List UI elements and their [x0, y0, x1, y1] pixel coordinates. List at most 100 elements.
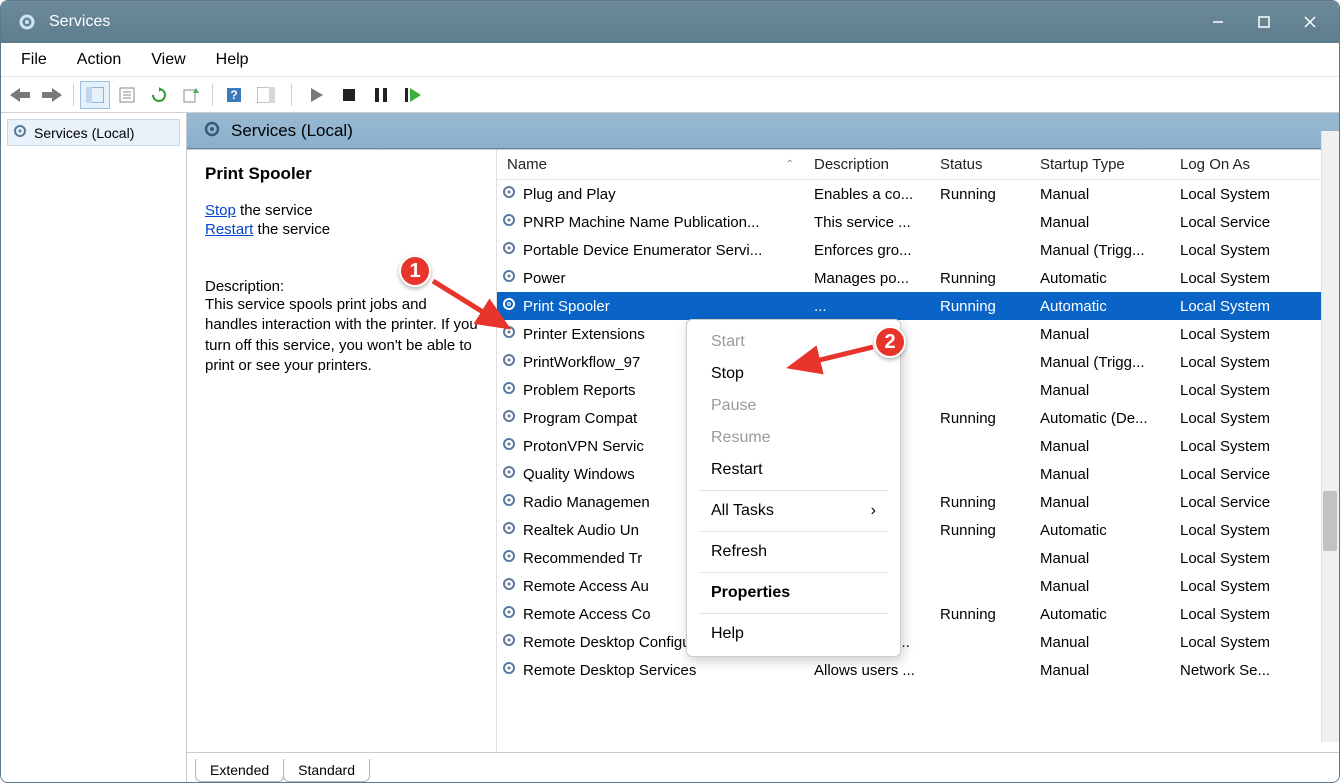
service-row[interactable]: ProtonVPN ServicManualLocal System: [497, 432, 1339, 460]
stop-link[interactable]: Stop: [205, 202, 236, 219]
service-status: Running: [930, 270, 1030, 287]
menu-file[interactable]: File: [9, 47, 59, 73]
service-name: Portable Device Enumerator Servi...: [523, 242, 762, 259]
service-startup: Manual (Trigg...: [1030, 354, 1170, 371]
service-status: Running: [930, 410, 1030, 427]
service-name: Quality Windows: [523, 466, 635, 483]
close-button[interactable]: [1287, 6, 1333, 38]
col-logon[interactable]: Log On As: [1170, 156, 1320, 173]
toolbar: ?: [1, 77, 1339, 113]
list-header: Name⌃ Description Status Startup Type Lo…: [497, 150, 1339, 180]
service-logon: Local Service: [1170, 494, 1320, 511]
menubar: File Action View Help: [1, 43, 1339, 77]
service-row[interactable]: Recommended Trut...ManualLocal System: [497, 544, 1339, 572]
service-startup: Manual: [1030, 550, 1170, 567]
minimize-button[interactable]: [1195, 6, 1241, 38]
gear-icon: [501, 212, 517, 232]
help-toolbar-button[interactable]: ?: [219, 81, 249, 109]
service-logon: Network Se...: [1170, 662, 1320, 679]
service-row[interactable]: Realtek Audio Undi...RunningAutomaticLoc…: [497, 516, 1339, 544]
service-startup: Manual: [1030, 662, 1170, 679]
service-row[interactable]: Remote Access Codi...RunningAutomaticLoc…: [497, 600, 1339, 628]
service-logon: Local Service: [1170, 214, 1320, 231]
gear-icon: [501, 604, 517, 624]
export-button[interactable]: [176, 81, 206, 109]
service-row[interactable]: PNRP Machine Name Publication...This ser…: [497, 208, 1339, 236]
ctx-all-tasks[interactable]: All Tasks›: [687, 495, 900, 527]
menu-help[interactable]: Help: [204, 47, 261, 73]
service-row[interactable]: Radio Managemena...RunningManualLocal Se…: [497, 488, 1339, 516]
nav-back-button[interactable]: [5, 81, 35, 109]
properties-toolbar-button[interactable]: [112, 81, 142, 109]
scroll-thumb[interactable]: [1323, 491, 1337, 551]
service-startup: Manual (Trigg...: [1030, 242, 1170, 259]
col-name[interactable]: Name⌃: [497, 156, 804, 173]
service-name: PrintWorkflow_97: [523, 354, 640, 371]
service-row[interactable]: Remote Desktop ConfigurationRemote Des..…: [497, 628, 1339, 656]
stop-service-button[interactable]: [334, 81, 364, 109]
service-startup: Manual: [1030, 186, 1170, 203]
service-row[interactable]: PowerManages po...RunningAutomaticLocal …: [497, 264, 1339, 292]
gear-icon: [501, 352, 517, 372]
pause-service-button[interactable]: [366, 81, 396, 109]
tab-standard[interactable]: Standard: [283, 759, 370, 782]
service-name: Recommended Tr: [523, 550, 642, 567]
service-row[interactable]: Quality Windows...ManualLocal Service: [497, 460, 1339, 488]
tree-services-local[interactable]: Services (Local): [7, 119, 180, 146]
service-logon: Local System: [1170, 550, 1320, 567]
col-startup[interactable]: Startup Type: [1030, 156, 1170, 173]
menu-action[interactable]: Action: [65, 47, 133, 73]
service-logon: Local System: [1170, 326, 1320, 343]
show-hide-action-pane-button[interactable]: [251, 81, 281, 109]
ctx-help[interactable]: Help: [687, 618, 900, 650]
restart-service-button[interactable]: [398, 81, 428, 109]
service-name: Printer Extensions: [523, 326, 645, 343]
refresh-button[interactable]: [144, 81, 174, 109]
services-window: Services File Action View Help ?: [0, 0, 1340, 783]
content-area: Services (Local) Services (Local) Print …: [1, 113, 1339, 782]
service-row[interactable]: Portable Device Enumerator Servi... Enfor…: [497, 236, 1339, 264]
start-service-button[interactable]: [302, 81, 332, 109]
menu-view[interactable]: View: [139, 47, 197, 73]
service-logon: Local System: [1170, 522, 1320, 539]
gear-icon: [501, 408, 517, 428]
bottom-tabs: Extended Standard: [187, 752, 1339, 782]
service-status: Running: [930, 186, 1030, 203]
gear-icon: [501, 464, 517, 484]
gear-icon: [501, 632, 517, 652]
service-logon: Local Service: [1170, 466, 1320, 483]
service-desc: Manages po...: [804, 270, 930, 287]
annotation-badge-2: 2: [874, 326, 906, 358]
ctx-properties[interactable]: Properties: [687, 577, 900, 609]
ctx-refresh[interactable]: Refresh: [687, 536, 900, 568]
gear-icon: [203, 120, 221, 141]
gear-icon: [501, 436, 517, 456]
ctx-restart[interactable]: Restart: [687, 454, 900, 486]
service-row[interactable]: Printer Extensions...ManualLocal System: [497, 320, 1339, 348]
col-description[interactable]: Description: [804, 156, 930, 173]
restart-link[interactable]: Restart: [205, 221, 253, 238]
service-desc: Enforces gro...: [804, 242, 930, 259]
gear-icon: [501, 380, 517, 400]
service-row[interactable]: Remote Desktop ServicesAllows users ...M…: [497, 656, 1339, 684]
svg-text:?: ?: [230, 88, 237, 102]
service-row[interactable]: Program Compate ...RunningAutomatic (De.…: [497, 404, 1339, 432]
service-startup: Automatic: [1030, 298, 1170, 315]
show-hide-tree-button[interactable]: [80, 81, 110, 109]
service-status: Running: [930, 522, 1030, 539]
service-row[interactable]: Problem Reportse ...ManualLocal System: [497, 376, 1339, 404]
nav-forward-button[interactable]: [37, 81, 67, 109]
detail-title: Print Spooler: [205, 164, 478, 184]
service-startup: Manual: [1030, 382, 1170, 399]
service-row[interactable]: Remote Access Auco...ManualLocal System: [497, 572, 1339, 600]
col-status[interactable]: Status: [930, 156, 1030, 173]
tab-extended[interactable]: Extended: [195, 759, 284, 782]
service-row[interactable]: Plug and PlayEnables a co...RunningManua…: [497, 180, 1339, 208]
service-row[interactable]: Print Spooler...RunningAutomaticLocal Sy…: [497, 292, 1339, 320]
scrollbar[interactable]: [1321, 131, 1339, 742]
maximize-button[interactable]: [1241, 6, 1287, 38]
gear-icon: [501, 660, 517, 680]
service-startup: Manual: [1030, 326, 1170, 343]
service-row[interactable]: PrintWorkflow_97up...Manual (Trigg...Loc…: [497, 348, 1339, 376]
service-startup: Automatic: [1030, 270, 1170, 287]
